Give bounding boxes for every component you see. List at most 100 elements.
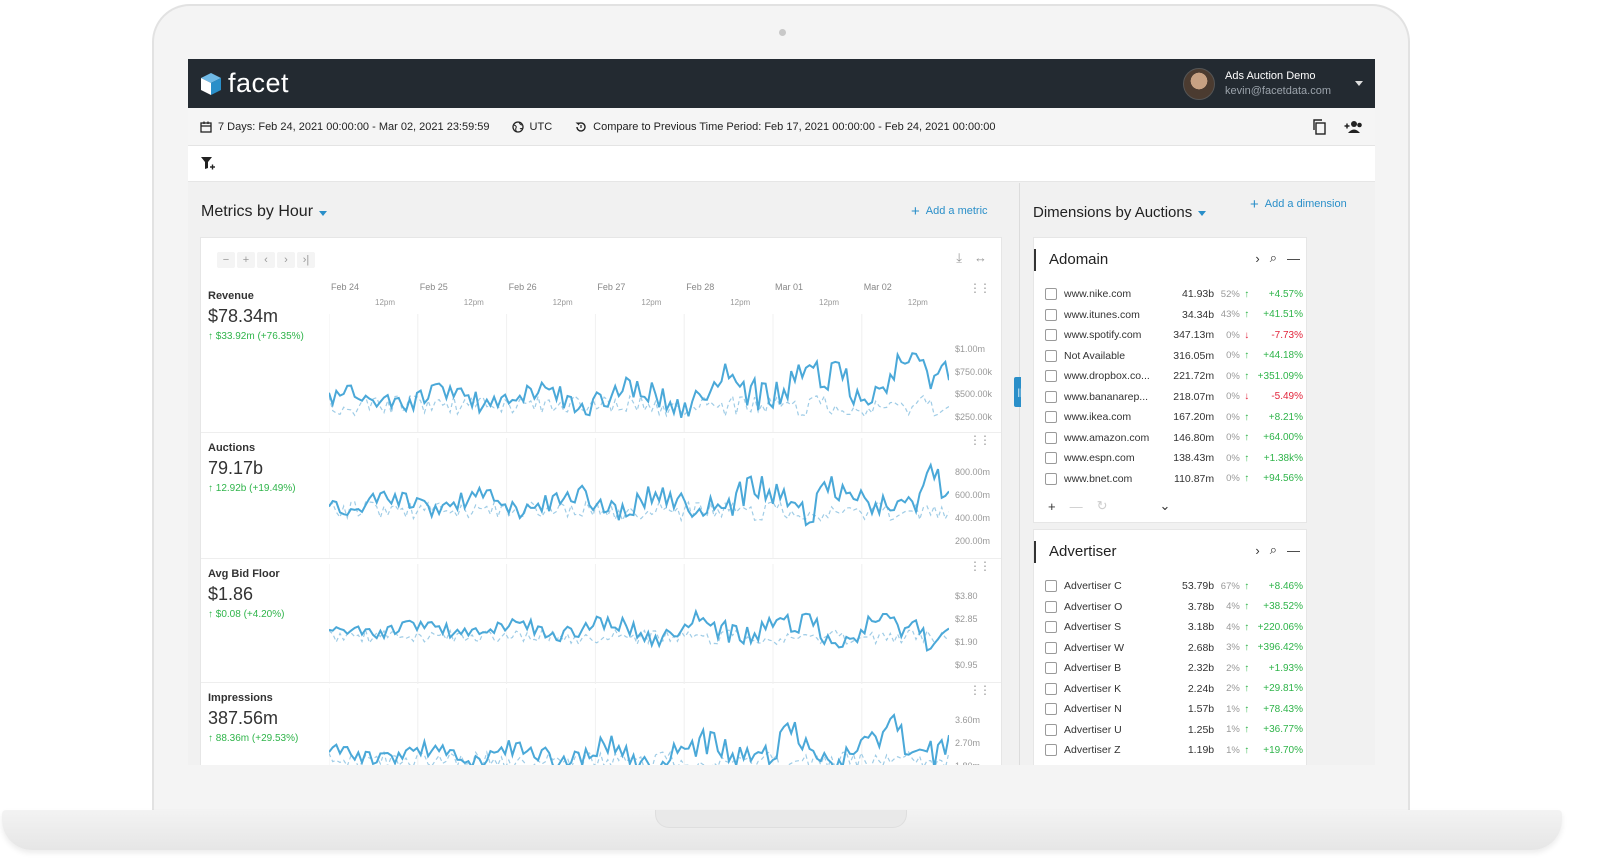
date-range-picker[interactable]: 7 Days: Feb 24, 2021 00:00:00 - Mar 02, …: [200, 121, 490, 133]
list-item[interactable]: www.bananarep... 218.07m 0% ↓ -5.49%: [1045, 387, 1303, 407]
metric-line-chart[interactable]: [329, 438, 949, 558]
list-item[interactable]: www.itunes.com 34.34b 43% ↑ +41.51%: [1045, 305, 1303, 325]
row-checkbox[interactable]: [1045, 411, 1057, 423]
dimensions-panel-title[interactable]: Dimensions by Auctions: [1033, 204, 1207, 221]
avatar[interactable]: [1183, 67, 1216, 100]
app-logo[interactable]: facet: [200, 68, 289, 99]
row-checkbox[interactable]: [1045, 723, 1057, 736]
list-item[interactable]: Advertiser K 2.24b 2% ↑ +29.81%: [1045, 679, 1303, 699]
row-checkbox[interactable]: [1045, 662, 1057, 674]
list-item[interactable]: www.nike.com 41.93b 52% ↑ +4.57%: [1045, 284, 1303, 304]
chevron-down-icon[interactable]: [1198, 211, 1207, 216]
metrics-panel-title[interactable]: Metrics by Hour: [201, 203, 328, 221]
chevron-right-icon[interactable]: ›: [1255, 251, 1259, 266]
row-checkbox[interactable]: [1045, 682, 1057, 695]
metric-delta: ↑ $33.92m (+76.35%): [208, 331, 304, 342]
plus-icon[interactable]: +: [1048, 499, 1056, 514]
list-item[interactable]: Advertiser O 3.78b 4% ↑ +38.52%: [1045, 597, 1303, 617]
dimension-value: 2.24b: [1187, 682, 1215, 695]
drag-handle-icon[interactable]: ⋮⋮: [969, 683, 991, 697]
list-item[interactable]: www.dropbox.co... 221.72m 0% ↑ +351.09%: [1045, 366, 1303, 386]
dimension-label: www.dropbox.co...: [1064, 370, 1150, 382]
chevron-down-icon[interactable]: [1355, 81, 1363, 86]
search-icon[interactable]: ⌕: [1270, 250, 1277, 266]
chevron-down-icon[interactable]: [319, 210, 328, 216]
metric-value: 79.17b: [208, 458, 264, 478]
dimension-title[interactable]: Adomain: [1049, 251, 1108, 268]
list-item[interactable]: Advertiser C 53.79b 67% ↑ +8.46%: [1045, 576, 1303, 596]
list-item[interactable]: www.bnet.com 110.87m 0% ↑ +94.56%: [1045, 469, 1303, 489]
metric-delta: ↑ $0.08 (+4.20%): [208, 609, 285, 620]
zoom-in-button[interactable]: +: [237, 252, 255, 268]
drag-handle-icon[interactable]: ⋮⋮: [969, 433, 991, 447]
list-item[interactable]: Not Available 316.05m 0% ↑ +44.18%: [1045, 346, 1303, 366]
row-checkbox[interactable]: [1045, 452, 1057, 464]
add-user-icon[interactable]: [1344, 120, 1363, 134]
metric-line-chart[interactable]: [329, 688, 949, 765]
add-metric-button[interactable]: + Add a metric: [911, 204, 988, 219]
chevron-down-icon[interactable]: ⌄: [1160, 498, 1171, 514]
pan-right-button[interactable]: ›: [277, 252, 295, 268]
row-checkbox[interactable]: [1045, 472, 1057, 485]
metric-name[interactable]: Avg Bid Floor: [208, 568, 280, 580]
row-checkbox[interactable]: [1045, 370, 1057, 382]
arrow-up-icon: ↑: [1244, 662, 1250, 674]
list-item[interactable]: Advertiser Z 1.19b 1% ↑ +19.70%: [1045, 740, 1303, 760]
metric-line-chart[interactable]: [329, 314, 949, 432]
row-checkbox[interactable]: [1045, 600, 1057, 613]
compare-picker[interactable]: Compare to Previous Time Period: Feb 17,…: [574, 121, 996, 133]
y-axis-tick: $750.00k: [955, 367, 993, 377]
drag-handle-icon[interactable]: ⋮⋮: [969, 559, 991, 573]
dimension-label: www.ikea.com: [1064, 411, 1132, 423]
chevron-right-icon[interactable]: ›: [1255, 543, 1259, 558]
add-dimension-button[interactable]: + Add a dimension: [1250, 197, 1347, 212]
row-checkbox[interactable]: [1045, 390, 1057, 403]
list-item[interactable]: Advertiser S 3.18b 4% ↑ +220.06%: [1045, 617, 1303, 637]
list-item[interactable]: Advertiser B 2.32b 2% ↑ +1.93%: [1045, 658, 1303, 678]
row-checkbox[interactable]: [1045, 703, 1057, 715]
list-item[interactable]: www.espn.com 138.43m 0% ↑ +1.38k%: [1045, 448, 1303, 468]
pan-left-button[interactable]: ‹: [257, 252, 275, 268]
row-checkbox[interactable]: [1045, 621, 1057, 633]
calendar-icon: [200, 121, 212, 133]
row-checkbox[interactable]: [1045, 580, 1057, 592]
dimension-value: 53.79b: [1182, 580, 1215, 592]
zoom-out-button[interactable]: −: [217, 252, 235, 268]
row-checkbox[interactable]: [1045, 329, 1057, 341]
dimension-share: 0%: [1226, 432, 1240, 443]
pan-end-button[interactable]: ›|: [297, 252, 315, 268]
metric-name[interactable]: Impressions: [208, 692, 273, 704]
row-checkbox[interactable]: [1045, 308, 1057, 321]
dimension-share: 43%: [1220, 309, 1240, 320]
copy-icon[interactable]: [1312, 118, 1326, 135]
drag-handle-icon[interactable]: ⋮⋮: [969, 281, 991, 295]
metric-name[interactable]: Auctions: [208, 442, 255, 454]
list-item[interactable]: www.amazon.com 146.80m 0% ↑ +64.00%: [1045, 428, 1303, 448]
metric-line-chart[interactable]: [329, 564, 949, 684]
metric-name[interactable]: Revenue: [208, 290, 254, 302]
row-checkbox[interactable]: [1045, 349, 1057, 362]
download-icon[interactable]: ⤓: [956, 250, 962, 266]
cube-logo-icon: [201, 72, 221, 95]
add-dimension-label: Add a dimension: [1264, 198, 1347, 210]
list-item[interactable]: Advertiser U 1.25b 1% ↑ +36.77%: [1045, 720, 1303, 740]
timezone-picker[interactable]: UTC: [511, 121, 552, 133]
user-menu[interactable]: Ads Auction Demo kevin@facetdata.com: [1183, 67, 1363, 100]
dimension-title[interactable]: Advertiser: [1049, 543, 1117, 560]
row-checkbox[interactable]: [1045, 431, 1057, 444]
list-item[interactable]: Advertiser W 2.68b 3% ↑ +396.42%: [1045, 638, 1303, 658]
minimize-icon[interactable]: —: [1287, 543, 1300, 558]
list-item[interactable]: Advertiser N 1.57b 1% ↑ +78.43%: [1045, 699, 1303, 719]
minimize-icon[interactable]: —: [1287, 251, 1300, 266]
list-item[interactable]: www.spotify.com 347.13m 0% ↓ -7.73%: [1045, 325, 1303, 345]
dimension-delta: +78.43%: [1263, 703, 1303, 715]
list-item[interactable]: www.ikea.com 167.20m 0% ↑ +8.21%: [1045, 407, 1303, 427]
add-filter-icon[interactable]: [200, 156, 216, 171]
row-checkbox[interactable]: [1045, 288, 1057, 300]
row-checkbox[interactable]: [1045, 641, 1057, 654]
expand-horizontal-icon[interactable]: ↔: [974, 250, 987, 266]
dimension-share: 52%: [1220, 288, 1240, 300]
dimension-delta: +1.93%: [1268, 662, 1303, 674]
row-checkbox[interactable]: [1045, 744, 1057, 756]
search-icon[interactable]: ⌕: [1270, 542, 1277, 558]
